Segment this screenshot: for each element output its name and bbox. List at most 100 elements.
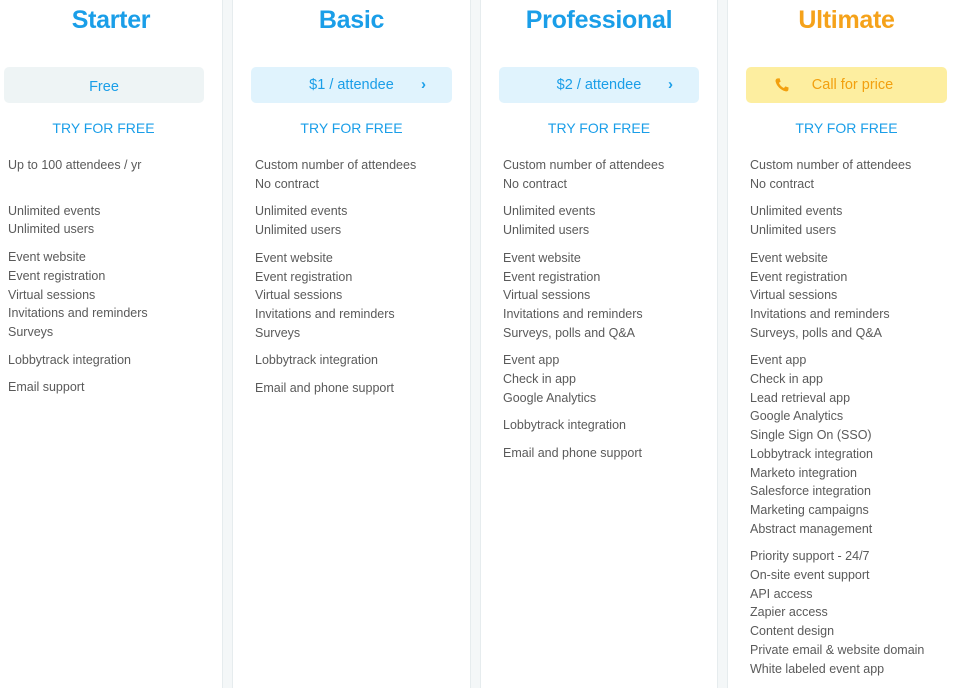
price-button[interactable]: $2 / attendee › — [499, 67, 699, 103]
feature-item: Invitations and reminders — [8, 306, 148, 321]
feature-item: Custom number of attendees — [255, 158, 417, 172]
feature-item: Event app — [750, 353, 807, 368]
feature-item: Custom number of attendees — [750, 158, 912, 172]
feature-item: No contract — [255, 176, 319, 191]
feature-item: Content design — [750, 624, 835, 639]
feature-list: Custom number of attendees No contract Unl… — [255, 156, 462, 407]
price-button[interactable]: Free — [4, 67, 204, 103]
feature-group: Custom number of attendees No contract — [750, 156, 955, 193]
feature-item: On-site event support — [750, 568, 870, 583]
plan-title: Professional — [525, 6, 673, 34]
feature-item: Virtual sessions — [255, 288, 343, 303]
feature-item: Lobbytrack integration — [8, 352, 131, 367]
feature-item: Abstract management — [750, 521, 873, 536]
feature-item: Event registration — [503, 269, 601, 284]
try-for-free-link[interactable]: TRY FOR FREE — [233, 120, 470, 136]
feature-item: Unlimited users — [503, 223, 590, 238]
price-label: $1 / attendee — [309, 77, 394, 93]
feature-item: Event website — [503, 250, 581, 265]
feature-item: Email and phone support — [503, 446, 642, 461]
feature-item: No contract — [750, 176, 814, 191]
feature-group: Email support — [8, 378, 214, 397]
feature-item: Up to 100 attendees / yr — [8, 158, 142, 172]
feature-group: Event app Check in app Lead retrieval app G… — [750, 351, 955, 538]
feature-group: Lobbytrack integration — [503, 416, 709, 435]
feature-item: Lobbytrack integration — [750, 446, 873, 461]
feature-item: Invitations and reminders — [750, 306, 890, 321]
chevron-right-icon: › — [668, 76, 673, 93]
feature-item: Virtual sessions — [8, 287, 96, 302]
feature-item: Private email & website domain — [750, 642, 925, 657]
feature-item: Zapier access — [750, 605, 828, 620]
feature-item: Event registration — [255, 269, 353, 284]
plan-title: Basic — [318, 6, 385, 34]
feature-item: Google Analytics — [750, 409, 844, 424]
column-divider — [717, 0, 728, 688]
feature-item: Check in app — [503, 372, 576, 387]
try-for-free-link[interactable]: TRY FOR FREE — [481, 120, 717, 136]
feature-group: Event website Event registration Virtual s… — [750, 249, 955, 343]
feature-item: Lead retrieval app — [750, 390, 851, 405]
feature-item: Surveys — [8, 324, 54, 339]
price-label: Call for price — [811, 77, 894, 93]
try-for-free-link[interactable]: TRY FOR FREE — [728, 120, 955, 136]
feature-list: Custom number of attendees No contract Unl… — [750, 156, 955, 687]
feature-item: Event website — [8, 250, 86, 265]
feature-item: Virtual sessions — [503, 288, 591, 303]
feature-item: White labeled event app — [750, 661, 885, 676]
feature-group: Custom number of attendees No contract — [503, 156, 709, 193]
feature-item: Unlimited events — [8, 203, 101, 218]
feature-item: API access — [750, 586, 813, 601]
feature-item: Event website — [255, 250, 333, 265]
chevron-right-icon: › — [421, 76, 426, 93]
feature-item: Check in app — [750, 372, 823, 387]
feature-group: Unlimited events Unlimited users — [750, 202, 955, 239]
feature-item: Unlimited users — [8, 222, 95, 237]
feature-group: Event website Event registration Virtual s… — [255, 249, 462, 343]
feature-item: Virtual sessions — [750, 288, 838, 303]
feature-item: Email support — [8, 380, 85, 395]
feature-item: Marketing campaigns — [750, 502, 869, 517]
price-button[interactable]: $1 / attendee › — [251, 67, 452, 103]
feature-item: Email and phone support — [255, 381, 394, 396]
column-divider — [222, 0, 233, 688]
feature-item: Invitations and reminders — [503, 306, 643, 321]
feature-item: Unlimited events — [750, 204, 843, 219]
feature-item: Marketo integration — [750, 465, 858, 480]
feature-group: Up to 100 attendees / yr — [8, 156, 214, 175]
feature-group: Unlimited events Unlimited users — [503, 202, 709, 239]
plan-title: Ultimate — [798, 6, 895, 34]
feature-item: Lobbytrack integration — [503, 418, 626, 433]
plan-card-basic: Basic $1 / attendee › TRY FOR FREE Custo… — [233, 0, 470, 688]
feature-item: Surveys, polls and Q&A — [750, 325, 883, 340]
feature-item: Event app — [503, 353, 560, 368]
feature-item: Unlimited events — [503, 204, 596, 219]
plan-title: Starter — [71, 6, 151, 34]
phone-icon — [775, 78, 789, 92]
feature-group: Unlimited events Unlimited users — [8, 202, 214, 239]
feature-item: Google Analytics — [503, 390, 597, 405]
feature-group: Email and phone support — [503, 444, 709, 463]
price-label: Free — [89, 79, 119, 95]
feature-item: Priority support - 24/7 — [750, 549, 870, 564]
feature-item: Custom number of attendees — [503, 158, 665, 172]
feature-item: Event website — [750, 250, 828, 265]
feature-item: Unlimited users — [750, 223, 837, 238]
feature-item: Surveys — [255, 325, 301, 340]
feature-item: Lobbytrack integration — [255, 353, 378, 368]
feature-group: Event website Event registration Virtual s… — [503, 249, 709, 343]
plan-card-professional: Professional $2 / attendee › TRY FOR FRE… — [481, 0, 717, 688]
feature-group: Email and phone support — [255, 379, 462, 398]
price-button[interactable]: Call for price — [746, 67, 947, 103]
feature-group: Event website Event registration Virtual s… — [8, 248, 214, 342]
feature-list: Custom number of attendees No contract Unl… — [503, 156, 709, 472]
feature-group: Event app Check in app Google Analytics — [503, 351, 709, 407]
column-divider — [470, 0, 481, 688]
price-label: $2 / attendee — [556, 77, 642, 93]
plan-card-ultimate: Ultimate Call for price TRY FOR FREE Cus… — [728, 0, 955, 688]
plan-card-starter: Starter Free TRY FOR FREE Up to 100 atte… — [0, 0, 222, 688]
try-for-free-link[interactable]: TRY FOR FREE — [0, 120, 207, 136]
feature-group: Lobbytrack integration — [8, 351, 214, 370]
feature-item: Invitations and reminders — [255, 306, 395, 321]
feature-group: Custom number of attendees No contract — [255, 156, 462, 193]
